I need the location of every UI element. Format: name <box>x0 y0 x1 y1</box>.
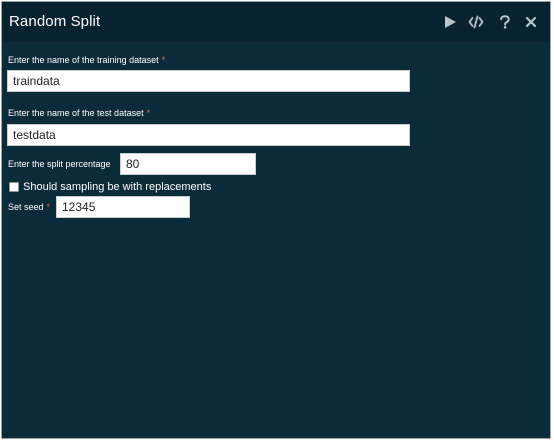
required-marker: * <box>161 55 166 65</box>
seed-label-text: Set seed <box>8 202 44 212</box>
training-dataset-label: Enter the name of the training dataset * <box>8 55 165 65</box>
split-percentage-input[interactable]: 80 <box>120 153 256 175</box>
required-marker: * <box>46 202 51 212</box>
replacement-option[interactable]: Should sampling be with replacements <box>9 179 211 195</box>
dialog-title: Random Split <box>9 13 101 30</box>
close-icon <box>525 16 537 28</box>
code-button[interactable] <box>468 14 484 30</box>
run-button[interactable] <box>442 14 458 30</box>
help-button[interactable] <box>497 14 513 30</box>
seed-input[interactable]: 12345 <box>56 196 190 218</box>
training-dataset-input[interactable]: traindata <box>7 70 410 92</box>
test-dataset-label: Enter the name of the test dataset * <box>8 108 150 118</box>
random-split-dialog: Random Split Enter the name of the train… <box>1 1 551 439</box>
test-dataset-input[interactable]: testdata <box>7 124 410 146</box>
replacement-checkbox[interactable] <box>9 182 19 192</box>
training-dataset-label-text: Enter the name of the training dataset <box>8 55 159 65</box>
close-button[interactable] <box>523 14 539 30</box>
required-marker: * <box>146 108 151 118</box>
dialog-header: Random Split <box>2 2 550 42</box>
play-icon <box>445 16 456 28</box>
test-dataset-label-text: Enter the name of the test dataset <box>8 108 144 118</box>
code-icon <box>468 15 484 29</box>
split-percentage-label: Enter the split percentage <box>8 159 111 169</box>
seed-label: Set seed * <box>8 202 50 212</box>
help-icon <box>500 15 510 29</box>
replacement-checkbox-label: Should sampling be with replacements <box>23 181 212 193</box>
